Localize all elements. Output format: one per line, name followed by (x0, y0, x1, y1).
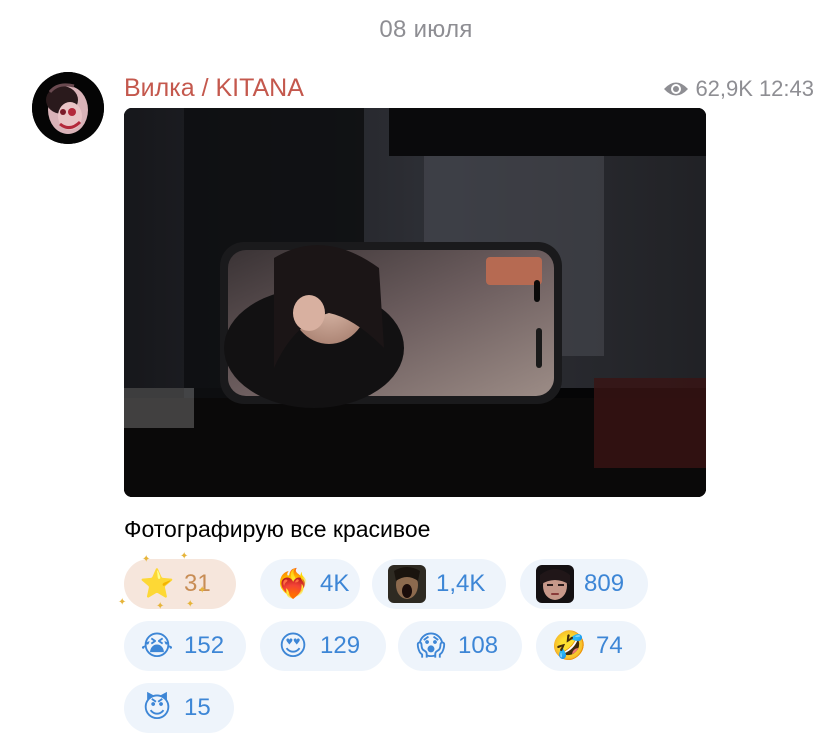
post-photo[interactable] (124, 108, 706, 497)
sparkle-icon: ✦ (118, 597, 127, 608)
post-time: 12:43 (758, 76, 814, 101)
reaction-count: 74 (596, 632, 623, 659)
date-separator: 08 июля (379, 16, 473, 43)
reaction-screaming-face[interactable]: 😱 108 (398, 621, 522, 671)
reaction-count: 4K (320, 570, 350, 597)
reaction-crying-face[interactable]: 😭 152 (124, 621, 246, 671)
reaction-count: 152 (184, 632, 225, 659)
chat-view: 08 июля Вилка / KITANA 62,9K 12:43 Фотог… (0, 0, 840, 742)
crying-face-icon: 😭 (140, 630, 174, 661)
reaction-custom-face[interactable]: 809 (520, 559, 648, 609)
reaction-count: 31 (184, 570, 211, 597)
reaction-custom-scream-face[interactable]: 1,4K (372, 559, 506, 609)
reaction-count: 108 (458, 632, 499, 659)
reaction-count: 1,4K (436, 570, 486, 597)
rolling-laughing-icon: 🤣 (551, 630, 587, 661)
heart-eyes-icon: 😍 (278, 630, 308, 661)
reaction-star[interactable]: ⭐ 31 (124, 559, 236, 609)
reaction-heart-on-fire[interactable]: ❤️‍🔥 4K (260, 559, 360, 609)
views-count: 62,9K (695, 76, 753, 101)
eye-icon (664, 82, 689, 96)
custom-emoji-icon (536, 565, 574, 603)
reaction-heart-eyes[interactable]: 😍 129 (260, 621, 386, 671)
reaction-count: 129 (320, 632, 361, 659)
reaction-count: 15 (184, 694, 211, 721)
reaction-smiling-devil[interactable]: 😈 15 (124, 683, 234, 733)
channel-name[interactable]: Вилка / KITANA (124, 74, 304, 103)
channel-avatar[interactable] (32, 72, 104, 144)
screaming-face-icon: 😱 (416, 630, 446, 661)
smiling-devil-icon: 😈 (142, 692, 172, 723)
reaction-rolling-laughing[interactable]: 🤣 74 (536, 621, 646, 671)
custom-emoji-icon (388, 565, 426, 603)
reaction-count: 809 (584, 570, 625, 597)
post-meta: 62,9K 12:43 (663, 76, 814, 102)
post-caption: Фотографирую все красивое (124, 516, 431, 542)
star-icon: ⭐ (139, 568, 175, 599)
heart-on-fire-icon: ❤️‍🔥 (275, 568, 311, 599)
